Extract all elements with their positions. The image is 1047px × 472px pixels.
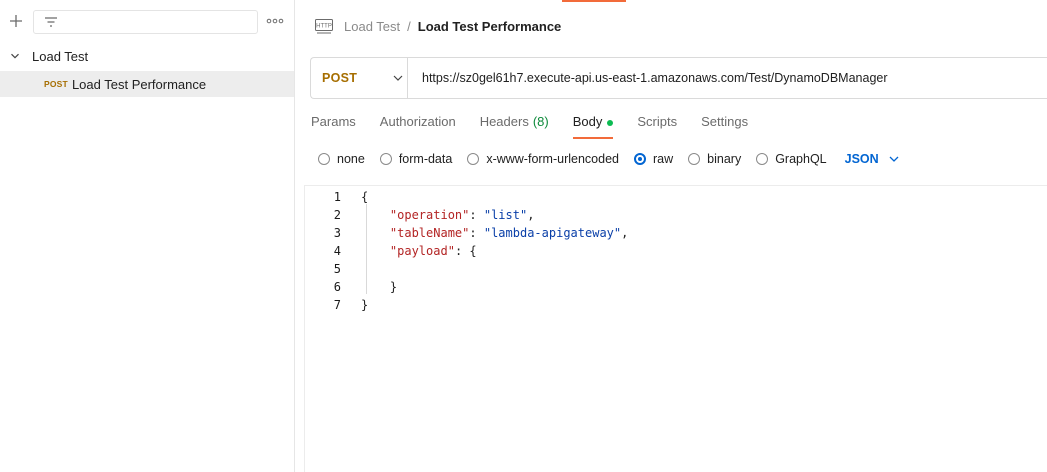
code-text: "payload": { <box>389 244 477 258</box>
code-text: "tableName": "lambda-apigateway", <box>389 226 629 240</box>
more-options-icon[interactable] <box>266 15 284 27</box>
line-number: 3 <box>333 226 341 240</box>
active-tab-indicator <box>562 0 626 2</box>
code-line: 6 } <box>305 278 1035 296</box>
request-method-badge: POST <box>44 79 68 89</box>
code-text: { <box>361 190 369 204</box>
line-number: 4 <box>333 244 341 258</box>
tab-authorization[interactable]: Authorization <box>380 111 456 138</box>
filter-icon <box>45 17 57 27</box>
code-text: } <box>389 280 398 294</box>
tab-settings[interactable]: Settings <box>701 111 748 138</box>
radio-icon[interactable] <box>318 153 330 165</box>
language-select-value: JSON <box>844 152 879 166</box>
body-option-urlencoded[interactable]: x-www-form-urlencoded <box>467 152 619 166</box>
line-number: 7 <box>333 298 341 312</box>
line-number: 6 <box>333 280 341 294</box>
collection-name: Load Test <box>32 48 89 64</box>
option-label: form-data <box>398 152 453 166</box>
body-option-raw[interactable]: raw <box>634 152 673 166</box>
code-line: 3 "tableName": "lambda-apigateway", <box>305 224 1035 242</box>
sidebar-filter-input[interactable] <box>33 10 258 34</box>
sidebar: Load Test POST Load Test Performance <box>0 0 295 472</box>
tab-scripts[interactable]: Scripts <box>637 111 677 138</box>
radio-icon[interactable] <box>467 153 480 165</box>
code-line: 5 <box>305 260 1035 278</box>
code-line: 4 "payload": { <box>305 242 1035 260</box>
code-line: 7 } <box>305 296 1035 314</box>
code-text: } <box>361 298 369 312</box>
svg-text:HTTP: HTTP <box>316 24 332 30</box>
body-option-graphql[interactable]: GraphQL <box>756 152 827 166</box>
method-select-value: POST <box>322 71 358 85</box>
request-editor-pane: HTTP Load Test / Load Test Performance P… <box>296 0 1047 472</box>
option-label: none <box>337 152 365 166</box>
http-icon: HTTP <box>315 19 333 34</box>
line-number: 1 <box>333 190 341 204</box>
url-bar: POST https://sz0gel61h7.execute-api.us-e… <box>310 57 1047 99</box>
tab-label: Authorization <box>379 114 456 129</box>
tab-label: Params <box>311 114 356 129</box>
line-number: 2 <box>333 208 341 222</box>
code-text: "operation": "list", <box>389 208 535 222</box>
tab-headers[interactable]: Headers (8) <box>480 111 549 138</box>
line-number: 5 <box>333 262 341 276</box>
radio-selected-icon[interactable] <box>634 153 646 165</box>
radio-icon[interactable] <box>379 153 392 165</box>
tab-label: Body <box>572 114 603 129</box>
plus-icon[interactable] <box>7 12 25 30</box>
body-option-binary[interactable]: binary <box>688 152 741 166</box>
method-select[interactable]: POST <box>311 58 408 98</box>
sidebar-collection-load-test[interactable]: Load Test <box>0 44 294 68</box>
radio-icon[interactable] <box>756 153 769 165</box>
option-label: binary <box>707 152 742 166</box>
tab-label: Settings <box>701 114 749 129</box>
radio-icon[interactable] <box>688 153 701 165</box>
code-line: 1 { <box>305 188 1035 206</box>
sidebar-toolbar <box>0 0 295 42</box>
body-option-none[interactable]: none <box>318 152 365 166</box>
request-tabs: Params Authorization Headers (8) Body Scr… <box>311 111 772 141</box>
chevron-down-icon <box>889 156 899 162</box>
breadcrumb: HTTP Load Test / Load Test Performance <box>314 16 561 36</box>
tab-body[interactable]: Body <box>572 111 614 139</box>
sidebar-request-item[interactable]: POST Load Test Performance <box>0 71 294 97</box>
body-type-options: none form-data x-www-form-urlencoded raw… <box>318 149 899 169</box>
language-select[interactable]: JSON <box>845 152 899 166</box>
breadcrumb-parent[interactable]: Load Test <box>344 19 400 34</box>
option-label: GraphQL <box>775 152 827 166</box>
chevron-down-icon[interactable] <box>10 51 20 61</box>
page-title[interactable]: Load Test Performance <box>418 19 562 34</box>
url-input[interactable]: https://sz0gel61h7.execute-api.us-east-1… <box>422 71 888 85</box>
request-name: Load Test Performance <box>71 76 207 92</box>
code-line: 2 "operation": "list", <box>305 206 1035 224</box>
tab-label: Scripts <box>637 114 678 129</box>
chevron-down-icon <box>393 75 403 81</box>
body-option-form-data[interactable]: form-data <box>379 152 453 166</box>
tab-label: Headers <box>479 114 529 129</box>
code-editor[interactable]: 1 { 2 "operation": "list", 3 "tableName"… <box>304 186 1047 472</box>
tab-params[interactable]: Params <box>311 111 356 138</box>
headers-count-badge: (8) <box>532 114 549 129</box>
option-label: raw <box>653 152 674 166</box>
breadcrumb-separator: / <box>407 18 411 34</box>
status-dot <box>607 120 614 126</box>
option-label: x-www-form-urlencoded <box>486 152 619 166</box>
